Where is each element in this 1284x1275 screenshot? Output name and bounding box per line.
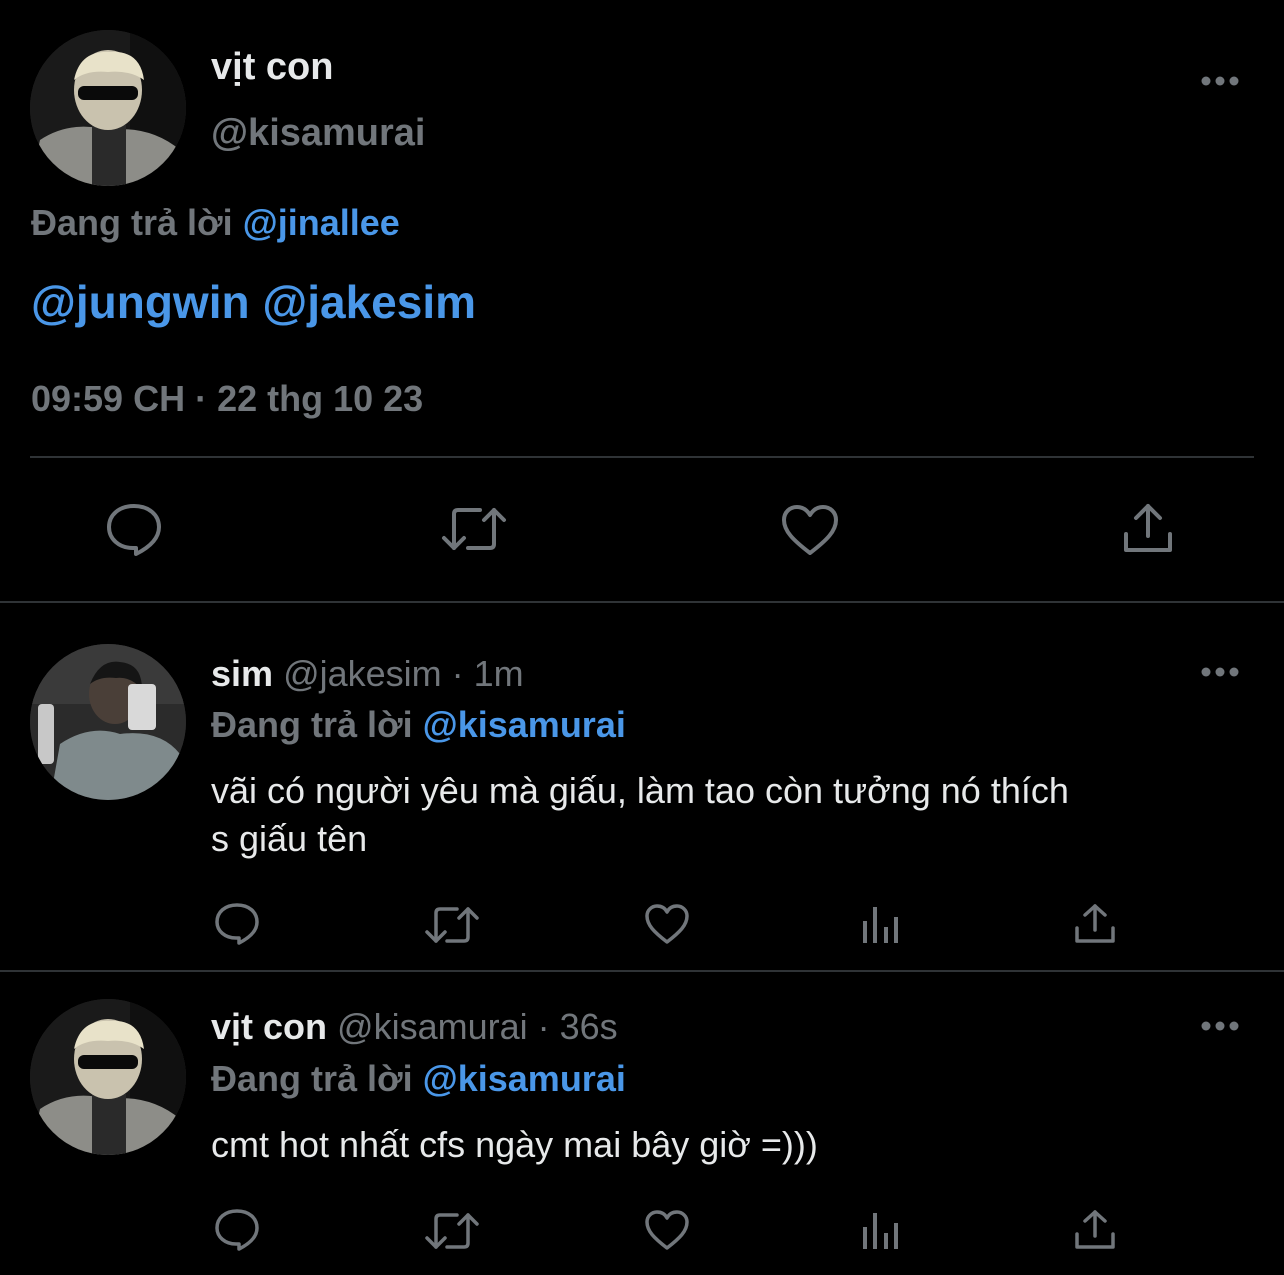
retweet-icon[interactable]: [424, 1210, 480, 1252]
reply-header: vịt con @kisamurai · 36s: [211, 1006, 618, 1048]
like-icon[interactable]: [781, 504, 839, 556]
display-name[interactable]: vịt con: [211, 46, 333, 89]
divider: [0, 601, 1284, 603]
replying-to-link[interactable]: @kisamurai: [423, 1058, 626, 1099]
mention-link[interactable]: @jakesim: [262, 276, 476, 328]
more-options-icon[interactable]: [1200, 666, 1240, 678]
reply-time[interactable]: · 1m: [452, 653, 524, 694]
replying-to-link[interactable]: @kisamurai: [423, 704, 626, 745]
reply-text-line: s giấu tên: [211, 818, 368, 859]
avatar[interactable]: [30, 999, 186, 1155]
replying-to-line: Đang trả lời @jinallee: [31, 202, 400, 244]
replying-to-line: Đang trả lời @kisamurai: [211, 704, 626, 746]
reply-time[interactable]: · 36s: [538, 1006, 618, 1047]
like-icon[interactable]: [644, 903, 690, 945]
share-icon[interactable]: [1074, 902, 1116, 944]
replying-prefix: Đang trả lời: [31, 202, 233, 243]
retweet-icon[interactable]: [440, 504, 508, 554]
timestamp: 09:59 CH · 22 thg 10 23: [31, 378, 424, 419]
replying-prefix: Đang trả lời: [211, 704, 413, 745]
display-name[interactable]: vịt con: [211, 1006, 327, 1047]
share-icon[interactable]: [1122, 502, 1174, 554]
handle[interactable]: @kisamurai: [211, 112, 426, 155]
reply-icon[interactable]: [106, 503, 162, 557]
handle[interactable]: @kisamurai: [337, 1006, 528, 1047]
reply-header: sim @jakesim · 1m: [211, 653, 524, 695]
replying-to-line: Đang trả lời @kisamurai: [211, 1058, 626, 1100]
retweet-icon[interactable]: [424, 904, 480, 946]
divider: [30, 456, 1254, 458]
replying-to-link[interactable]: @jinallee: [243, 202, 400, 243]
mention-link[interactable]: @jungwin: [31, 276, 250, 328]
reply-text-line: cmt hot nhất cfs ngày mai bây giờ =))): [211, 1124, 818, 1165]
divider: [0, 970, 1284, 972]
views-icon[interactable]: [860, 1209, 902, 1251]
display-name[interactable]: sim: [211, 653, 273, 694]
handle[interactable]: @jakesim: [283, 653, 442, 694]
more-options-icon[interactable]: [1200, 75, 1240, 87]
reply-text-line: vãi có người yêu mà giấu, làm tao còn tư…: [211, 770, 1069, 811]
replying-prefix: Đang trả lời: [211, 1058, 413, 1099]
views-icon[interactable]: [860, 903, 902, 945]
avatar[interactable]: [30, 30, 186, 186]
like-icon[interactable]: [644, 1209, 690, 1251]
share-icon[interactable]: [1074, 1208, 1116, 1250]
more-options-icon[interactable]: [1200, 1020, 1240, 1032]
avatar[interactable]: [30, 644, 186, 800]
reply-icon[interactable]: [214, 902, 260, 946]
reply-icon[interactable]: [214, 1208, 260, 1252]
tweet-text: @jungwin @jakesim: [31, 275, 476, 329]
